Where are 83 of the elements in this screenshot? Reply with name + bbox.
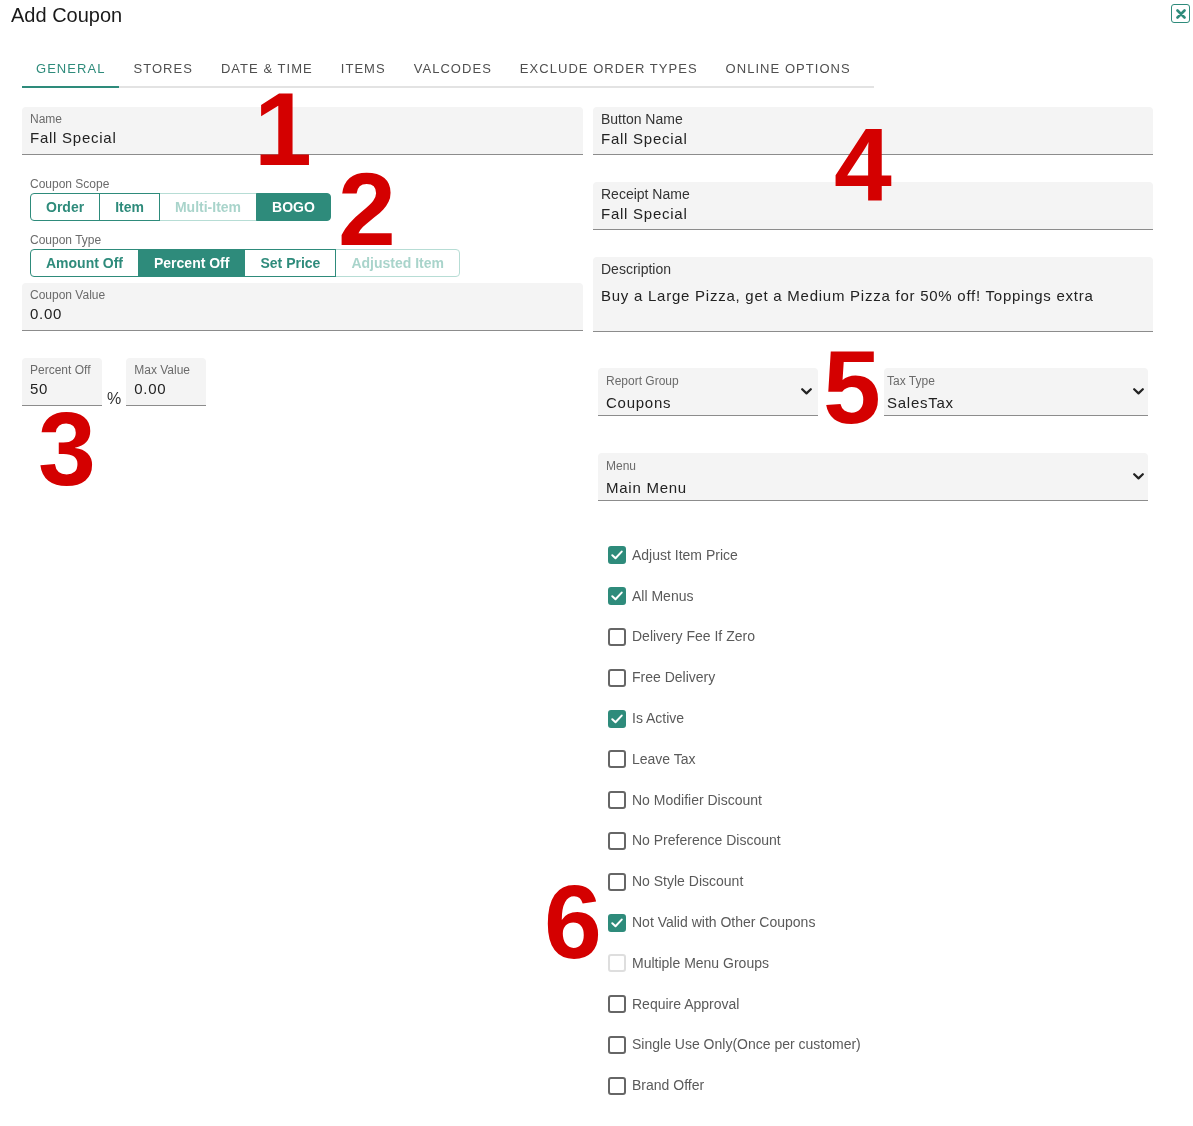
chevron-down-icon [1133, 388, 1144, 395]
chevron-down-icon [801, 388, 812, 395]
tab[interactable]: ITEMS [326, 52, 400, 88]
checkmark-icon [611, 550, 623, 561]
field-label: Coupon Value [30, 287, 107, 303]
tab[interactable]: VALCODES [399, 52, 506, 88]
checkbox-label[interactable]: All Menus [632, 585, 694, 607]
checkbox[interactable] [608, 668, 626, 687]
checkmark-icon [611, 591, 623, 602]
checkbox-label[interactable]: No Style Discount [632, 871, 744, 893]
callout-number: 3 [38, 412, 96, 487]
scope-toggle-button[interactable]: Order [30, 193, 101, 221]
field-label: Receipt Name [601, 185, 691, 203]
callout-number: 2 [338, 172, 396, 247]
checkbox[interactable] [608, 1076, 626, 1095]
checkbox[interactable] [608, 831, 626, 850]
field-label: Button Name [601, 110, 684, 128]
dialog-title: Add Coupon [10, 3, 123, 28]
checkbox[interactable] [608, 750, 626, 769]
description-field[interactable]: Description Buy a Large Pizza, get a Medium Pizza for 50% off! Toppings extra [593, 257, 1153, 332]
field-value: SalesTax [887, 393, 955, 413]
field-value: Coupons [606, 393, 673, 413]
field-label: Name [30, 111, 63, 127]
field-label: Max Value [134, 362, 192, 378]
scope-toggle-button[interactable]: BOGO [256, 193, 331, 221]
checkbox-label[interactable]: Free Delivery [632, 667, 716, 689]
field-label: Report Group [606, 373, 680, 389]
checkmark-icon [611, 917, 623, 928]
checkbox[interactable] [608, 628, 626, 646]
checkbox[interactable] [608, 1035, 626, 1054]
checkbox-label[interactable]: Delivery Fee If Zero [632, 626, 755, 648]
tab[interactable]: GENERAL [22, 52, 120, 88]
checkbox-label[interactable]: Not Valid with Other Coupons [632, 912, 816, 934]
field-label: Percent Off [30, 362, 92, 378]
checkbox-label[interactable]: No Preference Discount [632, 830, 781, 852]
scope-toggle-button[interactable]: Item [99, 193, 160, 221]
field-label: Coupon Scope [30, 176, 111, 192]
field-value: Fall Special [601, 129, 689, 149]
max-value-field[interactable]: Max Value 0.00 [126, 358, 207, 406]
field-value: Fall Special [601, 204, 689, 224]
type-toggle-button[interactable]: Set Price [244, 249, 337, 277]
percent-off-field[interactable]: Percent Off 50 [22, 358, 102, 406]
checkbox[interactable] [608, 709, 626, 728]
tax-type-select[interactable]: Tax Type SalesTax [884, 368, 1148, 416]
field-value: Fall Special [30, 128, 118, 148]
field-label: Coupon Type [30, 232, 103, 248]
field-value: Buy a Large Pizza, get a Medium Pizza for 50% off! Toppings extra [601, 286, 1095, 306]
tab[interactable]: DATE & TIME [206, 52, 327, 88]
checkbox[interactable] [608, 791, 626, 810]
checkbox-label[interactable]: Brand Offer [632, 1075, 705, 1097]
type-toggle-button[interactable]: Amount Off [30, 249, 139, 277]
checkbox[interactable] [608, 872, 626, 891]
close-button[interactable] [1171, 4, 1190, 23]
checkbox-label[interactable]: Is Active [632, 708, 685, 730]
checkbox-label[interactable]: Adjust Item Price [632, 544, 738, 566]
checkbox-label[interactable]: Require Approval [632, 993, 740, 1015]
checkbox[interactable] [608, 995, 626, 1014]
unit-label: % [107, 389, 122, 409]
report-group-select[interactable]: Report Group Coupons [598, 368, 818, 416]
checkbox[interactable] [608, 546, 626, 565]
field-label: Tax Type [887, 373, 936, 389]
checkbox-label[interactable]: Leave Tax [632, 748, 696, 770]
tab[interactable]: EXCLUDE ORDER TYPES [505, 52, 712, 88]
field-label: Description [601, 260, 673, 278]
tab[interactable]: ONLINE OPTIONS [711, 52, 865, 88]
callout-number: 6 [544, 885, 602, 960]
callout-number: 5 [823, 350, 881, 425]
checkbox-label[interactable]: No Modifier Discount [632, 789, 762, 811]
chevron-down-icon [1133, 473, 1144, 480]
checkmark-icon [611, 713, 623, 724]
checkbox[interactable] [608, 913, 626, 932]
menu-select[interactable]: Menu Main Menu [598, 453, 1148, 501]
checkbox[interactable] [608, 587, 626, 606]
coupon-value-field[interactable]: Coupon Value 0.00 [22, 283, 583, 331]
type-toggle-button[interactable]: Percent Off [138, 249, 246, 277]
field-label: Menu [606, 458, 638, 474]
field-value: 50 [30, 379, 50, 399]
checkbox-label[interactable]: Single Use Only(Once per customer) [632, 1034, 861, 1056]
field-value: 0.00 [30, 304, 64, 324]
tab[interactable]: STORES [119, 52, 207, 88]
field-value: 0.00 [134, 379, 168, 399]
close-icon [1175, 8, 1186, 19]
field-value: Main Menu [606, 478, 688, 498]
